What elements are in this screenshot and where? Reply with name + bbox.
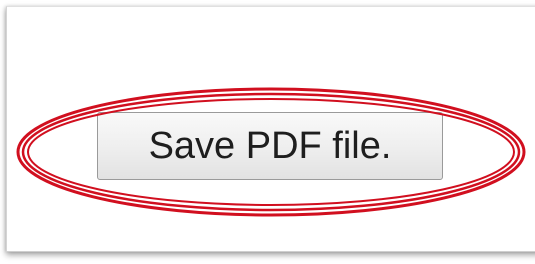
save-pdf-button[interactable]: Save PDF file. (97, 112, 443, 180)
